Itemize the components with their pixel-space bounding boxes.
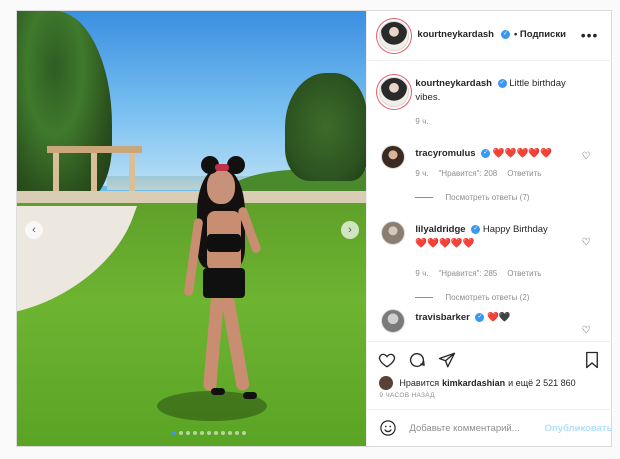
person [167,156,277,406]
comment-likes[interactable]: "Нравится": 285 [438,269,497,278]
author-avatar[interactable] [379,77,410,107]
comment-icon[interactable] [407,350,427,370]
prev-slide-button[interactable]: ‹ [25,221,43,239]
comment-input[interactable] [409,422,543,434]
post-modal: ‹ › kourtneykardash ✓ • Подписки ••• kou… [16,10,613,447]
comment-time: 9 ч. [415,169,429,178]
publish-button[interactable]: Опубликовать [545,423,613,434]
reply-button[interactable]: Ответить [507,269,541,278]
next-slide-button[interactable]: › [341,221,359,239]
chevron-left-icon: ‹ [32,224,36,236]
share-icon[interactable] [437,350,457,370]
post-photo: ‹ › [17,11,367,446]
carousel-dot [228,431,232,435]
carousel-dot [207,431,211,435]
carousel-dot [214,431,218,435]
carousel-dot [193,431,197,435]
pergola [47,146,142,191]
emoji-icon[interactable] [379,419,397,437]
mouse-ear-right [227,156,245,174]
comment-text: Happy Birthday [482,224,548,235]
red-bow [215,164,229,171]
verified-icon: ✓ [497,78,507,88]
verified-icon: ✓ [481,148,491,158]
verified-icon: ✓ [471,224,481,234]
comment-hearts: ❤️❤️❤️❤️❤️ [415,238,475,249]
post-header: kourtneykardash ✓ • Подписки ••• [367,11,613,61]
comment-text: ❤️🖤 [487,312,511,323]
caption-time: 9 ч. [415,117,429,126]
commenter-avatar[interactable] [381,309,406,333]
comment-username[interactable]: tracyromulus [415,148,475,159]
comment-time: 9 ч. [415,269,429,278]
carousel-dot [186,431,190,435]
reply-button[interactable]: Ответить [507,169,541,178]
comment-text: ❤️❤️❤️❤️❤️ [492,148,553,159]
caption: kourtneykardash ✓ Little birthday vibes.… [377,75,602,135]
comment-item: lilyaldridge ✓ Happy Birthday ❤️❤️❤️❤️❤️… [377,221,602,302]
author-username[interactable]: kourtneykardash [417,29,494,40]
likes-summary[interactable]: Нравится kimkardashian и ещё 2 521 860 [379,376,576,390]
view-replies-button[interactable]: Посмотреть ответы (2) [415,293,529,302]
carousel-dot [235,431,239,435]
carousel-dot [179,431,183,435]
carousel-dot [172,431,176,435]
follow-status[interactable]: • Подписки [514,29,566,40]
comment-item: travisbarker ✓ ❤️🖤 ♡ [377,309,602,339]
comment-composer: Опубликовать [367,409,613,446]
commenter-avatar[interactable] [381,145,406,169]
carousel-dot [221,431,225,435]
carousel-dots [172,431,246,435]
chevron-right-icon: › [348,224,352,236]
comment-username[interactable]: travisbarker [415,312,469,323]
commenter-avatar[interactable] [381,221,406,245]
post-timestamp: 9 ЧАСОВ НАЗАД [379,392,435,399]
carousel-dot [200,431,204,435]
caption-username[interactable]: kourtneykardash [415,78,492,89]
more-options-icon[interactable]: ••• [581,27,599,43]
liker-avatar [379,376,394,390]
post-side-panel: kourtneykardash ✓ • Подписки ••• kourtne… [366,11,613,446]
like-icon[interactable] [377,350,397,370]
carousel-dot [242,431,246,435]
author-avatar[interactable] [379,21,410,51]
tree-right [285,73,367,181]
comment-username[interactable]: lilyaldridge [415,224,465,235]
comment-likes[interactable]: "Нравится": 208 [438,169,497,178]
view-replies-button[interactable]: Посмотреть ответы (7) [415,193,529,202]
like-comment-icon[interactable]: ♡ [581,151,590,162]
verified-icon: ✓ [500,30,510,39]
verified-icon: ✓ [475,312,485,322]
like-comment-icon[interactable]: ♡ [581,237,590,248]
comment-item: tracyromulus ✓ ❤️❤️❤️❤️❤️ 9 ч. "Нравится… [377,145,602,215]
action-bar [367,341,613,370]
like-comment-icon[interactable]: ♡ [581,325,590,336]
liker-username[interactable]: kimkardashian [442,378,505,388]
bookmark-icon[interactable] [582,350,602,370]
